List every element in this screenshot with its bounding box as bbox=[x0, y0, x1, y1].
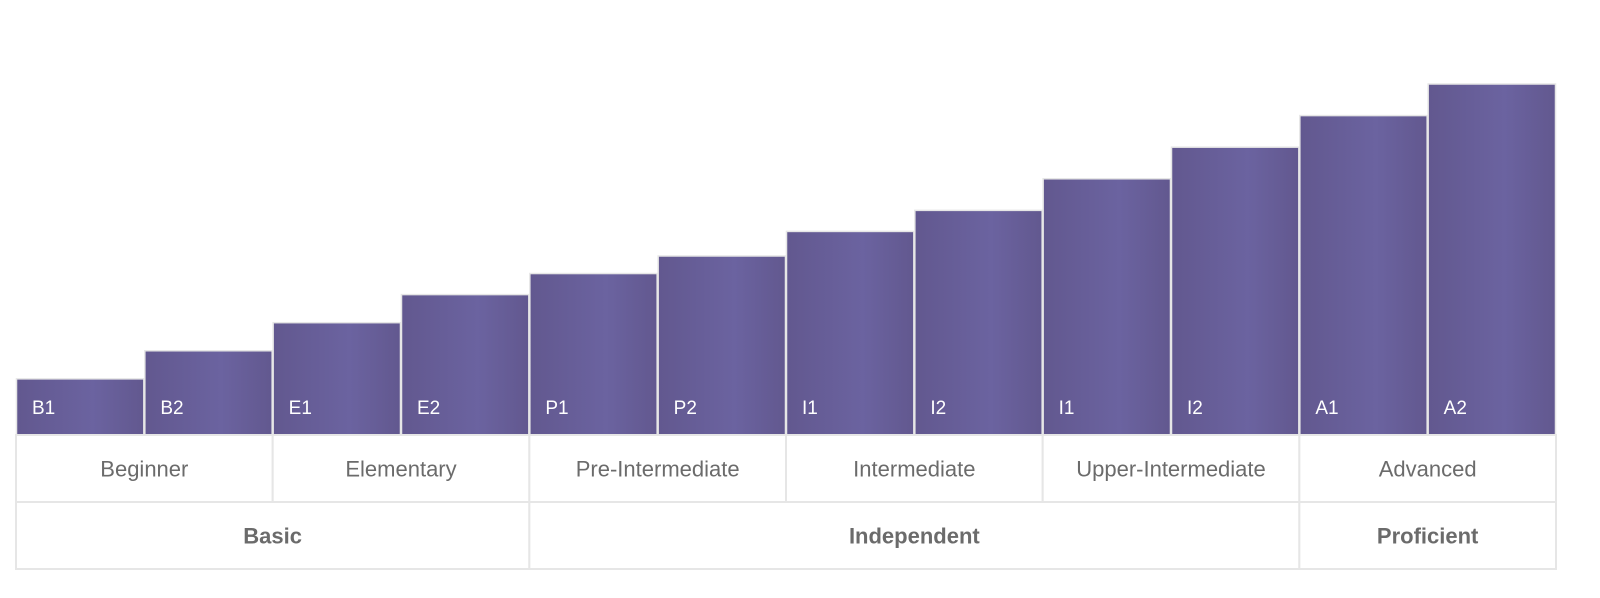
bar-group: I1 bbox=[1042, 178, 1172, 436]
bar-group: A2 bbox=[1427, 83, 1557, 436]
bar-label: A2 bbox=[1444, 398, 1467, 419]
bar bbox=[1042, 178, 1172, 436]
bars: B1 B2 E1 E2 P1 P2 I1 I2 I1 I2 A1 A2 bbox=[15, 83, 1557, 436]
bar-group: I2 bbox=[1170, 146, 1300, 436]
level-step-chart: B1 B2 E1 E2 P1 P2 I1 I2 I1 I2 A1 A2 Beginner Element… bbox=[15, 83, 1558, 570]
bar bbox=[1427, 83, 1557, 436]
bar-group: P1 bbox=[529, 272, 658, 436]
bar-label: I2 bbox=[930, 398, 946, 419]
bar-label: B1 bbox=[32, 398, 55, 419]
level-label: Intermediate bbox=[853, 457, 975, 482]
group-row: Basic Independent Proficient bbox=[15, 501, 1558, 570]
bar-group: B1 bbox=[15, 378, 145, 436]
level-label: Beginner bbox=[100, 457, 188, 482]
bar-label: P2 bbox=[674, 398, 697, 419]
group-label: Proficient bbox=[1377, 524, 1479, 549]
bar-group: A1 bbox=[1299, 114, 1428, 436]
bar-label: I2 bbox=[1187, 398, 1203, 419]
bar-label: I1 bbox=[1059, 398, 1075, 419]
bar-label: A1 bbox=[1315, 398, 1338, 419]
bar-group: E1 bbox=[272, 321, 402, 436]
bar-label: E2 bbox=[417, 398, 440, 419]
bar-group: P2 bbox=[657, 255, 787, 436]
bar-group: I2 bbox=[914, 209, 1043, 436]
group-label: Independent bbox=[849, 524, 980, 549]
bar bbox=[1299, 114, 1428, 436]
level-label: Advanced bbox=[1379, 457, 1477, 482]
level-label: Elementary bbox=[345, 457, 456, 482]
bar-label: B2 bbox=[160, 398, 183, 419]
bar-group: I1 bbox=[785, 230, 915, 436]
group-label: Basic bbox=[243, 524, 302, 549]
bar-label: I1 bbox=[802, 398, 818, 419]
bar-group: B2 bbox=[144, 350, 273, 436]
bar bbox=[144, 350, 273, 436]
level-label: Upper-Intermediate bbox=[1076, 457, 1266, 482]
level-label: Pre-Intermediate bbox=[576, 457, 740, 482]
bar-label: P1 bbox=[545, 398, 568, 419]
bar bbox=[1170, 146, 1300, 436]
bar-group: E2 bbox=[400, 293, 530, 436]
bar-label: E1 bbox=[289, 398, 312, 419]
level-row: Beginner Elementary Pre-Intermediate Interm… bbox=[15, 434, 1558, 503]
